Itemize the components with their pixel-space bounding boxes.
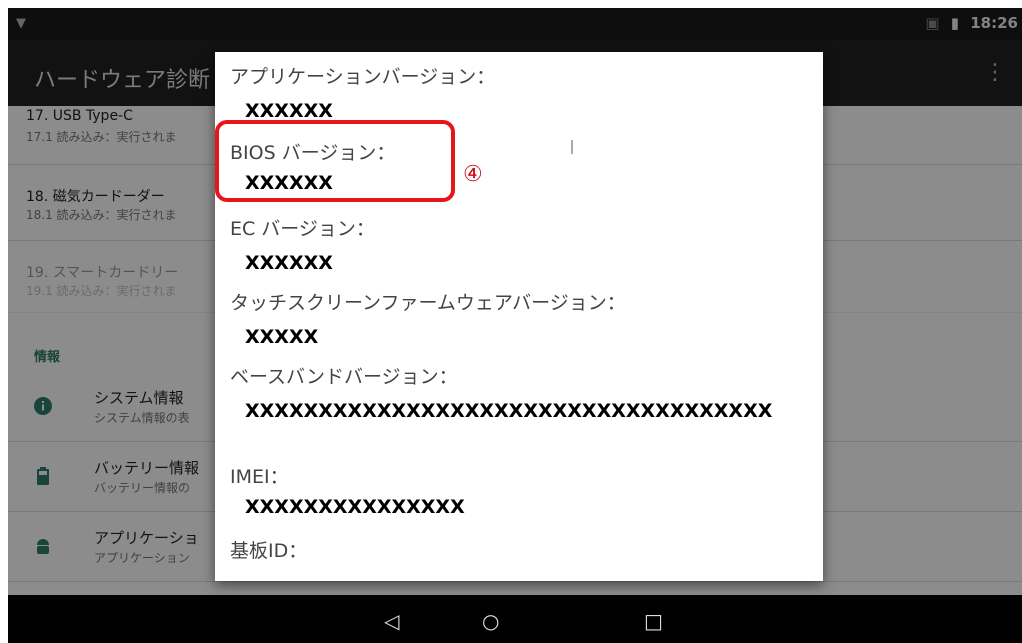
ec-version-value: XXXXXX xyxy=(245,252,333,274)
baseband-version-label: ベースバンドバージョン： xyxy=(230,366,458,388)
baseband-version-value: XXXXXXXXXXXXXXXXXXXXXXXXXXXXXXXXXXXX xyxy=(245,400,773,422)
text-cursor xyxy=(571,140,573,154)
home-icon[interactable]: ○ xyxy=(482,609,499,633)
imei-value: XXXXXXXXXXXXXXX xyxy=(245,496,465,518)
annotation-marker: ④ xyxy=(463,162,483,187)
touchscreen-firmware-label: タッチスクリーンファームウェアバージョン： xyxy=(230,292,626,314)
app-version-label: アプリケーションバージョン： xyxy=(230,66,496,88)
device-screen: ▼ ▣ ▮ 18:26 ハードウェア診断 ⋮ 17. USB Type-C 17… xyxy=(8,8,1022,643)
navigation-bar: ◁ ○ □ xyxy=(8,595,1022,643)
board-id-label: 基板ID： xyxy=(230,540,308,562)
back-icon[interactable]: ◁ xyxy=(384,609,399,633)
imei-label: IMEI： xyxy=(230,466,289,488)
recent-apps-icon[interactable]: □ xyxy=(644,609,663,633)
ec-version-label: EC バージョン： xyxy=(230,218,375,240)
annotation-highlight-box xyxy=(215,120,455,202)
app-version-value: XXXXXX xyxy=(245,100,333,122)
touchscreen-firmware-value: XXXXX xyxy=(245,326,319,348)
